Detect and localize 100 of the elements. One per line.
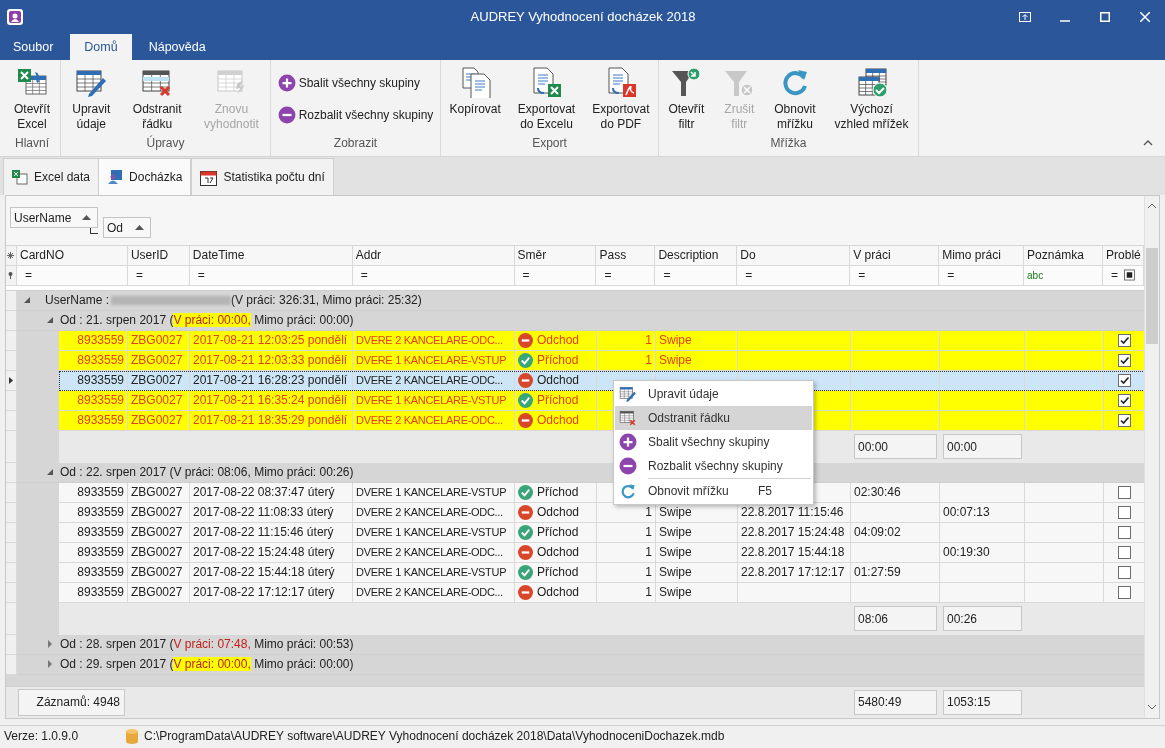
column-header[interactable]: DateTime [189, 245, 353, 266]
ribbon-button[interactable]: Rozbalit všechny skupiny [277, 104, 434, 126]
ribbon-button[interactable]: Obnovit mřížku [771, 66, 819, 132]
menu-tab[interactable]: Domů [70, 34, 132, 60]
export-excel-icon [530, 66, 563, 98]
collapse-arrow-icon[interactable] [46, 468, 54, 477]
column-header[interactable]: V práci [850, 245, 940, 266]
collapse-arrow-icon[interactable] [23, 296, 31, 305]
filter-operator[interactable]: = [947, 266, 955, 285]
ribbon-button[interactable]: Exportovat do PDF [589, 66, 653, 132]
direction: Odchod [537, 504, 580, 522]
column-header[interactable]: Description [655, 245, 738, 266]
checkbox[interactable] [1117, 413, 1131, 427]
pass-count: 1 [645, 544, 652, 562]
vertical-scrollbar[interactable] [1144, 196, 1159, 718]
menu-tab[interactable]: Nápověda [137, 34, 217, 60]
ribbon-button[interactable]: Exportovat do Excelu [514, 66, 579, 132]
view-tab[interactable]: Docházka [99, 158, 192, 195]
app-icon [6, 8, 24, 26]
card-number: 8933559 [77, 372, 124, 390]
filter-operator[interactable]: = [858, 266, 866, 285]
collapse-ribbon-icon[interactable] [1143, 140, 1153, 146]
check-circle-icon [518, 484, 533, 500]
ribbon-button[interactable]: Výchozí vzhled mřížek [831, 66, 912, 132]
filter-operator[interactable]: = [25, 266, 32, 285]
column-header[interactable]: Směr [514, 245, 597, 266]
user-id: ZBG0027 [131, 352, 183, 370]
column-header[interactable]: Pass [596, 245, 656, 266]
view-tab[interactable]: Excel data [3, 158, 100, 195]
column-header[interactable]: CardNO [17, 245, 128, 266]
filter-operator[interactable]: = [197, 266, 205, 285]
scroll-down-icon[interactable] [1148, 705, 1156, 710]
filter-operator[interactable]: = [360, 266, 368, 285]
column-chooser-icon[interactable] [7, 251, 15, 259]
expand-arrow-icon[interactable] [46, 640, 54, 649]
off-work-time-total: 1053:15 [943, 690, 1022, 715]
view-tab[interactable]: Statistika počtu dní [191, 158, 334, 195]
scrollbar-thumb[interactable] [1146, 248, 1158, 344]
card-number: 8933559 [77, 392, 124, 410]
filter-checkbox-icon[interactable] [1124, 269, 1135, 282]
column-header[interactable]: UserID [127, 245, 190, 266]
ribbon-button[interactable]: Odstranit řádku [129, 66, 185, 132]
pass-count: 1 [645, 524, 652, 542]
user-id: ZBG0027 [131, 584, 183, 602]
menu-tab[interactable]: Soubor [2, 34, 65, 60]
group-label: Od : 22. srpen 2017 (V práci: 08:06, Mimo práci: 00:26) [60, 464, 354, 482]
checkbox[interactable] [1117, 525, 1131, 539]
checkbox[interactable] [1117, 393, 1131, 407]
context-menu-item[interactable]: Obnovit mřížku F5 [615, 479, 812, 503]
expand-arrow-icon[interactable] [46, 660, 54, 669]
ribbon-button[interactable]: Sbalit všechny skupiny [277, 72, 434, 94]
checkbox[interactable] [1117, 485, 1131, 499]
sort-ascending-icon [82, 215, 91, 220]
minus-circle-icon [518, 584, 533, 600]
ribbon-button[interactable]: Otevřít filtr [665, 66, 708, 132]
collapse-arrow-icon[interactable] [46, 316, 54, 325]
table-row[interactable]: 8933559 ZBG0027 2017-08-22 17:12:17 úterý DVERE 2 KANCELARE-ODC... Odchod 1 Swipe [59, 582, 1144, 603]
group-summary: (V práci: 326:31, Mimo práci: 25:32) [231, 292, 422, 310]
direction: Odchod [537, 372, 580, 390]
checkbox[interactable] [1117, 333, 1131, 347]
row-header[interactable] [6, 370, 17, 391]
column-header[interactable]: Mimo práci [939, 245, 1025, 266]
ribbon-button[interactable]: Upravit údaje [69, 66, 114, 132]
ribbon-button[interactable]: Otevřít Excel [11, 66, 53, 132]
filter-operator[interactable]: abc [1027, 267, 1044, 283]
checkbox[interactable] [1117, 585, 1131, 599]
column-header[interactable]: Addr [352, 245, 515, 266]
checkbox[interactable] [1117, 545, 1131, 559]
filter-operator[interactable]: = [1111, 266, 1118, 285]
filter-operator[interactable]: = [745, 266, 753, 285]
ribbon-group-label: Mřížka [769, 136, 808, 151]
scroll-up-icon[interactable] [1148, 203, 1156, 208]
context-menu-item[interactable]: Odstranit řádku [615, 406, 812, 430]
direction: Odchod [537, 544, 580, 562]
table-row[interactable]: 8933559 ZBG0027 2017-08-22 11:15:46 úterý DVERE 1 KANCELARE-VSTUP Příchod 1 Swipe 22.8.2017 15:24:48 04:09:02 [59, 522, 1144, 543]
table-row[interactable]: 8933559 ZBG0027 2017-08-21 12:03:33 pondělí DVERE 1 KANCELARE-VSTUP Příchod 1 Swipe [59, 350, 1144, 371]
user-id: ZBG0027 [131, 544, 183, 562]
ribbon-button[interactable]: Kopírovat [446, 66, 504, 117]
filter-operator[interactable]: = [135, 266, 143, 285]
table-row[interactable]: 8933559 ZBG0027 2017-08-21 12:03:25 pondělí DVERE 2 KANCELARE-ODC... Odchod 1 Swipe [59, 330, 1144, 351]
group-by-chip[interactable]: UserName [10, 207, 98, 228]
column-header[interactable]: Poznámka [1024, 245, 1104, 266]
group-by-chip[interactable]: Od [103, 217, 151, 238]
filter-operator[interactable]: = [604, 266, 612, 285]
column-header[interactable]: Problé [1103, 245, 1144, 266]
user-id: ZBG0027 [131, 392, 183, 410]
table-row[interactable]: 8933559 ZBG0027 2017-08-22 15:24:48 úterý DVERE 2 KANCELARE-ODC... Odchod 1 Swipe 22.8.2017 15:44:18 00:19:30 [59, 542, 1144, 563]
checkbox[interactable] [1117, 565, 1131, 579]
context-menu-item[interactable]: Rozbalit všechny skupiny [615, 454, 812, 478]
minus-circle-icon [518, 372, 533, 388]
column-header[interactable]: Do [737, 245, 851, 266]
filter-operator[interactable]: = [663, 266, 671, 285]
date-time: 2017-08-21 16:35:24 pondělí [193, 392, 348, 410]
table-row[interactable]: 8933559 ZBG0027 2017-08-22 15:44:18 úterý DVERE 1 KANCELARE-VSTUP Příchod 1 Swipe 22.8.2017 17:12:17 01:27:59 [59, 562, 1144, 583]
context-menu-item[interactable]: Sbalit všechny skupiny [615, 430, 812, 454]
checkbox[interactable] [1117, 505, 1131, 519]
checkbox[interactable] [1117, 373, 1131, 387]
date-time: 2017-08-22 08:37:47 úterý [193, 484, 335, 502]
filter-operator[interactable]: = [522, 266, 530, 285]
checkbox[interactable] [1117, 353, 1131, 367]
